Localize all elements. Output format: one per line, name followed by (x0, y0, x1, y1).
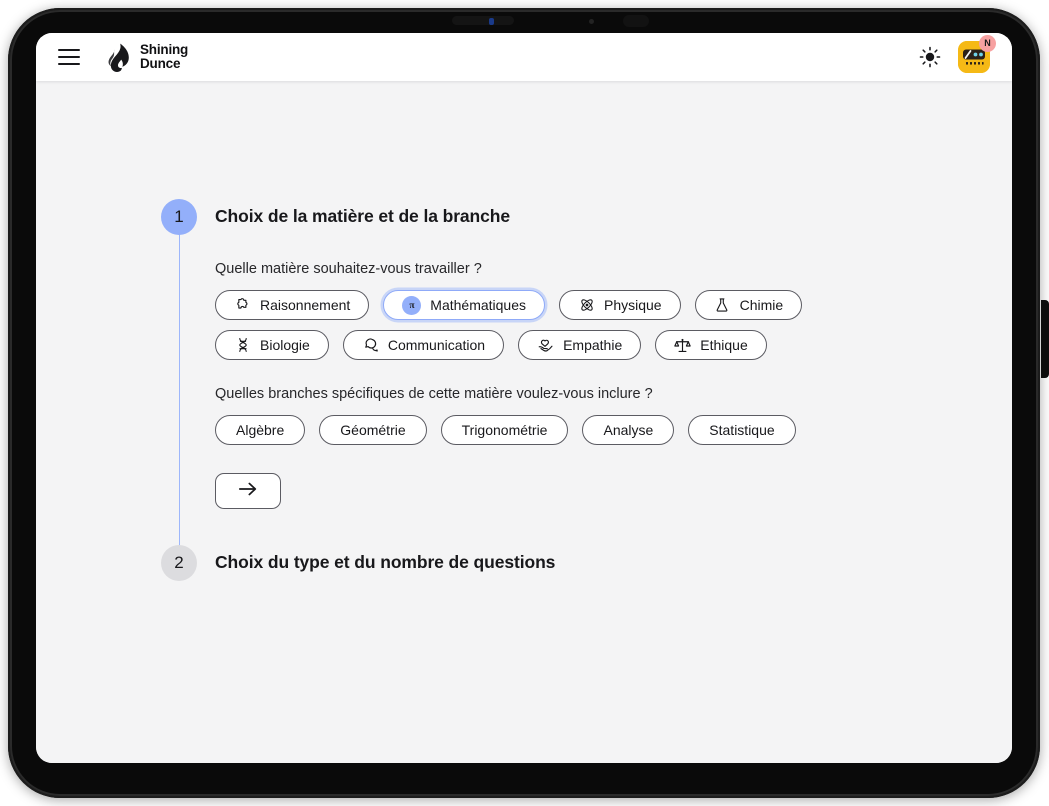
step-1-panel: Quelle matière souhaitez-vous travailler… (215, 229, 948, 509)
tablet-screen: Shining Dunce N 1 Choix de la matière et… (36, 33, 1012, 763)
subject-chip-row-2: Biologie Communication Empathie Ethique (215, 330, 948, 360)
step-2-marker-column: 2 (158, 545, 200, 581)
pi-icon: π (402, 295, 422, 315)
dna-icon (234, 337, 251, 354)
chip-trigonometrie[interactable]: Trigonométrie (440, 415, 569, 445)
branch-chip-row: Algèbre Géométrie Trigonométrie Analyse (215, 415, 948, 445)
tablet-device: Shining Dunce N 1 Choix de la matière et… (0, 0, 1049, 806)
app-header: Shining Dunce N (36, 33, 1012, 81)
chip-label: Ethique (700, 337, 748, 353)
step-connector-line (178, 233, 180, 569)
sun-icon[interactable] (916, 43, 944, 71)
chip-label: Chimie (739, 297, 784, 313)
step-2-body: Choix du type et du nombre de questions (200, 545, 948, 575)
puzzle-piece-icon (234, 297, 251, 314)
device-camera (589, 19, 594, 24)
brand-name-line1: Shining (140, 42, 189, 57)
step-1-title: Choix de la matière et de la branche (215, 206, 510, 226)
chip-label: Algèbre (236, 422, 285, 438)
arrow-right-icon (238, 481, 258, 502)
chip-geometrie[interactable]: Géométrie (319, 415, 427, 445)
wizard-step-1: 1 Choix de la matière et de la branche Q… (158, 199, 948, 569)
scales-icon (674, 337, 691, 354)
step-2-title: Choix du type et du nombre de questions (215, 552, 556, 572)
subject-chip-row-1: Raisonnement π Mathématiques Physique Ch… (215, 290, 948, 320)
chip-label: Analyse (603, 422, 654, 438)
step-1-body: Choix de la matière et de la branche Que… (200, 199, 948, 509)
device-status-led (489, 18, 494, 25)
subject-question-label: Quelle matière souhaitez-vous travailler… (215, 261, 482, 277)
next-step-button[interactable] (215, 473, 281, 509)
device-side-button[interactable] (1041, 300, 1049, 378)
chip-label: Mathématiques (430, 297, 526, 313)
chip-label: Empathie (563, 337, 623, 353)
device-speaker (452, 16, 514, 25)
chip-label: Statistique (709, 422, 775, 438)
avatar[interactable]: N (958, 35, 996, 73)
chip-mathematiques[interactable]: π Mathématiques (383, 290, 545, 320)
speech-bubbles-icon (362, 337, 379, 354)
main-content: 1 Choix de la matière et de la branche Q… (36, 81, 1012, 763)
chip-raisonnement[interactable]: Raisonnement (215, 290, 370, 320)
chip-label: Communication (387, 337, 486, 353)
chip-chimie[interactable]: Chimie (694, 290, 803, 320)
chip-label: Trigonométrie (461, 422, 548, 438)
chip-algebre[interactable]: Algèbre (215, 415, 306, 445)
chip-analyse[interactable]: Analyse (582, 415, 675, 445)
chip-label: Géométrie (340, 422, 406, 438)
chip-statistique[interactable]: Statistique (688, 415, 796, 445)
hamburger-menu-icon[interactable] (54, 42, 84, 72)
step-1-marker-column: 1 (158, 199, 200, 569)
branch-question-label: Quelles branches spécifiques de cette ma… (215, 386, 653, 402)
chip-empathie[interactable]: Empathie (518, 330, 642, 360)
atom-icon (578, 297, 595, 314)
svg-text:π: π (409, 301, 415, 311)
chip-physique[interactable]: Physique (559, 290, 681, 320)
header-actions: N (916, 35, 996, 73)
step-1-number-badge[interactable]: 1 (161, 199, 197, 235)
chip-label: Raisonnement (260, 297, 351, 313)
flask-icon (714, 297, 731, 314)
step-2-number-badge[interactable]: 2 (161, 545, 197, 581)
wizard-step-2: 2 Choix du type et du nombre de question… (158, 545, 948, 581)
flame-logo-icon (106, 43, 133, 72)
chip-label: Biologie (260, 337, 310, 353)
step-spacer (158, 509, 948, 545)
chip-ethique[interactable]: Ethique (655, 330, 767, 360)
brand-logo[interactable]: Shining Dunce (106, 43, 188, 72)
chip-label: Physique (604, 297, 662, 313)
device-sensor (623, 15, 649, 27)
heart-hand-icon (537, 337, 554, 354)
brand-name-line2: Dunce (140, 56, 181, 71)
notification-badge: N (979, 35, 996, 52)
chip-communication[interactable]: Communication (342, 330, 505, 360)
wizard-stepper: 1 Choix de la matière et de la branche Q… (158, 199, 948, 581)
chip-biologie[interactable]: Biologie (215, 330, 329, 360)
